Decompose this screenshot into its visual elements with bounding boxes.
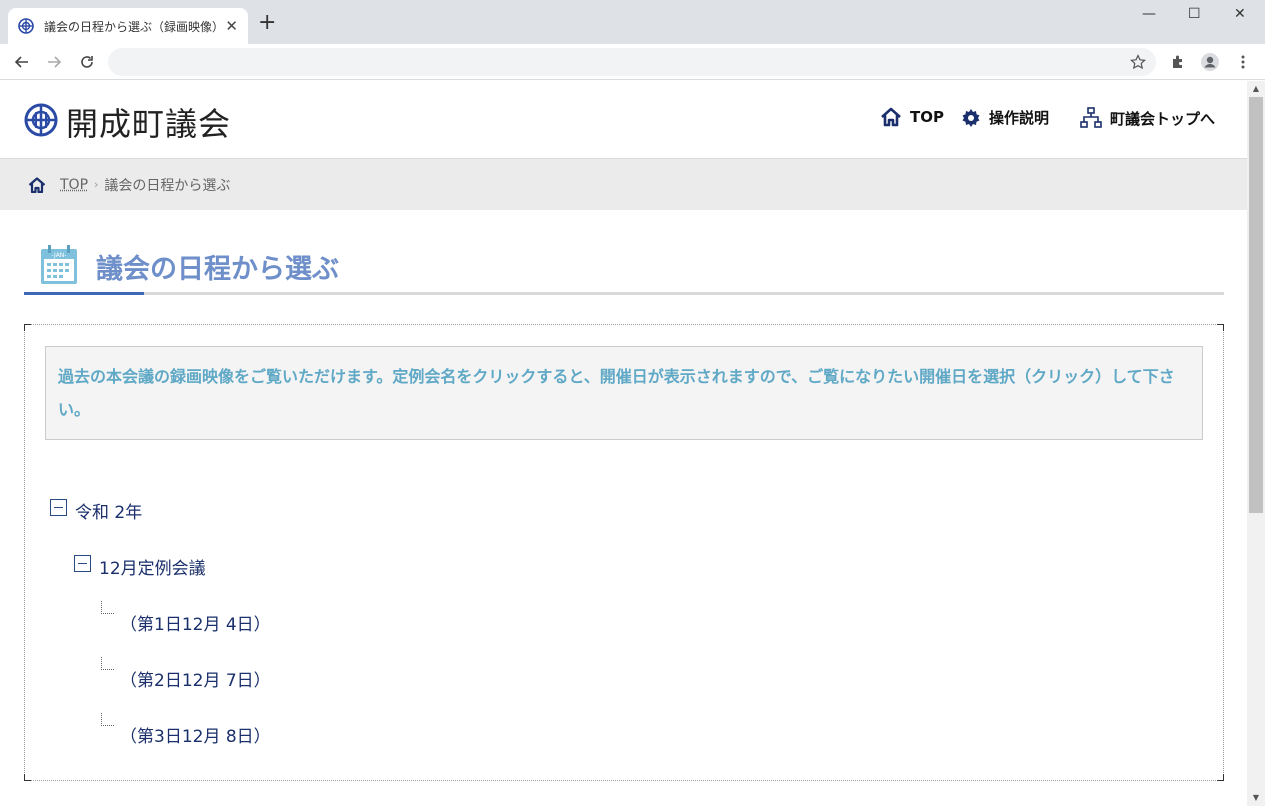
bookmark-star-icon[interactable] bbox=[1127, 51, 1149, 73]
nav-help-link[interactable]: 操作説明 bbox=[961, 107, 1049, 128]
sitemap-icon bbox=[1080, 107, 1102, 128]
page-title: 議会の日程から選ぶ bbox=[96, 254, 339, 285]
calendar-icon-text: -JAN- bbox=[52, 252, 67, 259]
browser-titlebar: 議会の日程から選ぶ（録画映像） ✕ + — ☐ ✕ bbox=[0, 0, 1265, 44]
content-frame: 過去の本会議の録画映像をご覧いただけます。定例会名をクリックすると、開催日が表示… bbox=[24, 324, 1224, 781]
minimize-button[interactable]: — bbox=[1142, 6, 1156, 22]
tree-connector bbox=[101, 601, 114, 614]
tree-connector bbox=[101, 713, 114, 726]
site-favicon-icon bbox=[18, 18, 34, 34]
new-tab-button[interactable]: + bbox=[258, 12, 276, 34]
browser-tab[interactable]: 議会の日程から選ぶ（録画映像） ✕ bbox=[8, 8, 248, 44]
site-title: 開成町議会 bbox=[66, 105, 232, 143]
breadcrumb-current: 議会の日程から選ぶ bbox=[104, 177, 231, 194]
scrollbar-thumb[interactable] bbox=[1249, 97, 1263, 513]
breadcrumb: TOP › 議会の日程から選ぶ bbox=[0, 158, 1247, 210]
town-emblem-icon bbox=[24, 103, 58, 141]
forward-icon[interactable] bbox=[42, 50, 66, 74]
tree-year-label[interactable]: 令和 2年 bbox=[75, 498, 142, 523]
back-icon[interactable] bbox=[10, 50, 34, 74]
year-collapse-toggle[interactable] bbox=[50, 499, 67, 516]
tab-title: 議会の日程から選ぶ（録画映像） bbox=[44, 19, 220, 34]
frame-corner bbox=[24, 774, 31, 781]
home-icon bbox=[881, 107, 901, 127]
breadcrumb-home-icon[interactable] bbox=[28, 176, 46, 193]
reload-icon[interactable] bbox=[75, 50, 99, 74]
frame-corner bbox=[24, 324, 31, 331]
tree-day-link[interactable]: （第2日12月 7日） bbox=[120, 666, 271, 691]
frame-corner bbox=[1217, 774, 1224, 781]
site-logo[interactable]: 開成町議会 bbox=[24, 99, 231, 145]
menu-kebab-icon[interactable] bbox=[1232, 51, 1254, 73]
page-heading: -JAN- 議会の日程から選ぶ bbox=[24, 241, 1224, 295]
site-header: 開成町議会 TOP 操作説明 町議会トップへ bbox=[0, 81, 1247, 158]
frame-corner bbox=[1217, 324, 1224, 331]
nav-help-label: 操作説明 bbox=[989, 109, 1050, 127]
page-scrollbar[interactable]: ▲ ▼ bbox=[1247, 81, 1265, 806]
nav-council-top-link[interactable]: 町議会トップへ bbox=[1080, 107, 1215, 129]
tree-day-link[interactable]: （第1日12月 4日） bbox=[120, 610, 271, 635]
nav-council-top-label: 町議会トップへ bbox=[1110, 109, 1216, 128]
tree-session-label[interactable]: 12月定例会議 bbox=[99, 554, 206, 579]
gear-icon bbox=[962, 108, 980, 127]
close-window-button[interactable]: ✕ bbox=[1234, 6, 1246, 22]
page-viewport: 開成町議会 TOP 操作説明 町議会トップへ TOP › 議会の日程から選ぶ -… bbox=[0, 81, 1247, 806]
tab-close-icon[interactable]: ✕ bbox=[225, 18, 238, 34]
profile-avatar-icon[interactable] bbox=[1199, 51, 1221, 73]
breadcrumb-top-link[interactable]: TOP bbox=[60, 177, 88, 193]
scroll-up-arrow-icon[interactable]: ▲ bbox=[1251, 84, 1261, 94]
heading-accent-bar bbox=[24, 292, 144, 295]
breadcrumb-separator: › bbox=[94, 178, 99, 191]
nav-top-label: TOP bbox=[910, 108, 944, 126]
session-collapse-toggle[interactable] bbox=[74, 555, 91, 572]
scroll-down-arrow-icon[interactable]: ▼ bbox=[1251, 793, 1261, 803]
maximize-button[interactable]: ☐ bbox=[1188, 6, 1201, 22]
address-bar[interactable] bbox=[108, 48, 1156, 76]
instructions-notice: 過去の本会議の録画映像をご覧いただけます。定例会名をクリックすると、開催日が表示… bbox=[45, 346, 1203, 440]
extensions-icon[interactable] bbox=[1167, 51, 1189, 73]
nav-top-link[interactable]: TOP bbox=[880, 107, 944, 127]
browser-toolbar bbox=[0, 44, 1265, 80]
tree-connector bbox=[101, 657, 114, 670]
tree-day-link[interactable]: （第3日12月 8日） bbox=[120, 722, 271, 747]
calendar-icon: -JAN- bbox=[40, 245, 78, 289]
